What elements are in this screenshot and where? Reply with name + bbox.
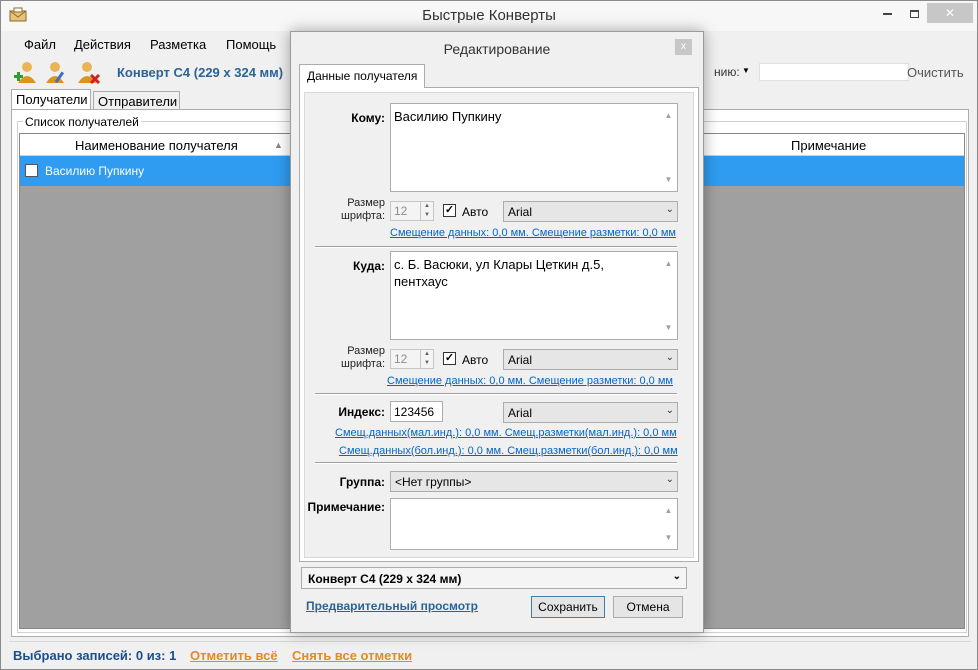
title-bar: Быстрые Конверты ✕ bbox=[1, 1, 977, 31]
font-size-label-2: шрифта: bbox=[341, 210, 385, 222]
chevron-down-icon: ⌄ bbox=[665, 474, 674, 485]
to-auto-checkbox[interactable]: ✓ bbox=[443, 204, 456, 217]
window-title: Быстрые Конверты bbox=[422, 7, 556, 24]
envelope-format-label: Конверт С4 (229 x 324 мм) bbox=[117, 65, 284, 80]
scroll-up-icon[interactable]: ▲ bbox=[660, 255, 677, 272]
chevron-down-icon: ⌄ bbox=[672, 571, 681, 582]
address-scrollbar[interactable]: ▲ ▼ bbox=[660, 252, 677, 339]
scroll-down-icon[interactable]: ▼ bbox=[660, 529, 677, 546]
font-size-label-1: Размер bbox=[347, 345, 385, 357]
minimize-button[interactable] bbox=[877, 3, 897, 23]
delete-user-icon[interactable] bbox=[75, 59, 101, 85]
chevron-down-icon: ⌄ bbox=[665, 405, 674, 416]
address-font-size-stepper[interactable]: 12 ▲ ▼ bbox=[390, 349, 434, 369]
preview-link[interactable]: Предварительный просмотр bbox=[306, 599, 478, 613]
envelope-select[interactable]: Конверт С4 (229 x 324 мм) ⌄ bbox=[301, 567, 687, 589]
chevron-down-icon[interactable]: ▼ bbox=[742, 66, 750, 75]
scroll-down-icon[interactable]: ▼ bbox=[660, 319, 677, 336]
maximize-button[interactable] bbox=[904, 3, 924, 23]
column-note-header[interactable]: Примечание bbox=[791, 138, 866, 153]
to-auto-label: Авто bbox=[462, 205, 489, 219]
column-name-header[interactable]: Наименование получателя bbox=[75, 138, 238, 153]
maximize-icon bbox=[909, 9, 919, 18]
to-scrollbar[interactable]: ▲ ▼ bbox=[660, 104, 677, 191]
index-input[interactable]: 123456 bbox=[390, 401, 443, 422]
stepper-arrows-icon[interactable]: ▲ ▼ bbox=[420, 350, 433, 368]
filter-input[interactable] bbox=[759, 63, 909, 81]
separator bbox=[315, 393, 677, 395]
menu-file[interactable]: Файл bbox=[24, 37, 56, 52]
address-text: с. Б. Васюки, ул Клары Цеткин д.5, пентх… bbox=[394, 257, 604, 289]
font-size-label-1: Размер bbox=[347, 197, 385, 209]
scroll-up-icon[interactable]: ▲ bbox=[660, 107, 677, 124]
address-font-size-value: 12 bbox=[394, 352, 408, 366]
row-checkbox[interactable] bbox=[25, 164, 38, 177]
index-big-offset-link[interactable]: Смещ.данных(бол.инд.): 0,0 мм. Смещ.разм… bbox=[339, 445, 678, 457]
address-auto-checkbox[interactable]: ✓ bbox=[443, 352, 456, 365]
menu-actions[interactable]: Действия bbox=[74, 37, 131, 52]
address-label: Куда: bbox=[353, 259, 385, 273]
to-offset-link[interactable]: Смещение данных: 0,0 мм. Смещение размет… bbox=[390, 227, 676, 239]
index-font-value: Arial bbox=[508, 406, 533, 420]
separator bbox=[315, 246, 677, 248]
address-textarea[interactable]: с. Б. Васюки, ул Клары Цеткин д.5, пентх… bbox=[390, 251, 678, 340]
scroll-down-icon[interactable]: ▼ bbox=[660, 171, 677, 188]
index-font-select[interactable]: Arial ⌄ bbox=[503, 402, 678, 423]
sort-ascending-icon: ▲ bbox=[274, 140, 283, 150]
to-textarea[interactable]: Василию Пупкину ▲ ▼ bbox=[390, 103, 678, 192]
scroll-up-icon[interactable]: ▲ bbox=[660, 502, 677, 519]
recipients-group-label: Список получателей bbox=[23, 115, 141, 129]
to-font-size-stepper[interactable]: 12 ▲ ▼ bbox=[390, 201, 434, 221]
clear-button[interactable]: Очистить bbox=[907, 65, 964, 80]
row-recipient-name: Василию Пупкину bbox=[45, 164, 145, 178]
note-scrollbar[interactable]: ▲ ▼ bbox=[660, 499, 677, 549]
selected-count: Выбрано записей: 0 из: 1 bbox=[13, 648, 177, 663]
mark-all-link[interactable]: Отметить всё bbox=[190, 648, 278, 663]
index-label: Индекс: bbox=[338, 405, 385, 419]
address-auto-label: Авто bbox=[462, 353, 489, 367]
group-label: Группа: bbox=[339, 475, 385, 489]
dialog-close-button[interactable]: x bbox=[675, 39, 692, 55]
save-button[interactable]: Сохранить bbox=[531, 596, 605, 618]
index-small-offset-link[interactable]: Смещ.данных(мал.инд.): 0,0 мм. Смещ.разм… bbox=[335, 427, 677, 439]
note-textarea[interactable]: ▲ ▼ bbox=[390, 498, 678, 550]
add-user-icon[interactable] bbox=[13, 59, 39, 85]
address-offset-link[interactable]: Смещение данных: 0,0 мм. Смещение размет… bbox=[387, 375, 673, 387]
minimize-icon bbox=[882, 12, 892, 15]
group-select[interactable]: <Нет группы> ⌄ bbox=[390, 471, 678, 492]
filter-label: нию: bbox=[714, 65, 740, 79]
tab-recipient-data[interactable]: Данные получателя bbox=[299, 64, 426, 88]
tab-senders[interactable]: Отправители bbox=[93, 91, 180, 111]
font-size-label-2: шрифта: bbox=[341, 358, 385, 370]
address-font-select[interactable]: Arial ⌄ bbox=[503, 349, 678, 370]
cancel-button[interactable]: Отмена bbox=[613, 596, 683, 618]
envelope-value: Конверт С4 (229 x 324 мм) bbox=[308, 572, 462, 586]
chevron-down-icon: ⌄ bbox=[665, 204, 674, 215]
chevron-down-icon: ⌄ bbox=[665, 352, 674, 363]
to-label: Кому: bbox=[351, 111, 385, 125]
to-font-select[interactable]: Arial ⌄ bbox=[503, 201, 678, 222]
to-text: Василию Пупкину bbox=[394, 109, 502, 124]
recipient-data-form: Кому: Василию Пупкину ▲ ▼ Размер шрифта: … bbox=[304, 92, 694, 558]
recipient-data-panel: Кому: Василию Пупкину ▲ ▼ Размер шрифта: … bbox=[299, 87, 699, 562]
to-font-size-value: 12 bbox=[394, 204, 408, 218]
menu-layout[interactable]: Разметка bbox=[150, 37, 206, 52]
unmark-all-link[interactable]: Снять все отметки bbox=[292, 648, 412, 663]
group-value: <Нет группы> bbox=[395, 475, 472, 489]
close-icon: ✕ bbox=[944, 6, 956, 20]
stepper-arrows-icon[interactable]: ▲ ▼ bbox=[420, 202, 433, 220]
tab-recipients[interactable]: Получатели bbox=[11, 89, 91, 110]
menu-help[interactable]: Помощь bbox=[226, 37, 276, 52]
address-font-value: Arial bbox=[508, 353, 533, 367]
close-button[interactable]: ✕ bbox=[927, 3, 973, 23]
edit-user-icon[interactable] bbox=[43, 59, 69, 85]
status-bar: Выбрано записей: 0 из: 1 Отметить всё Сн… bbox=[9, 641, 971, 665]
edit-dialog: Редактирование x Данные получателя Кому:… bbox=[290, 31, 704, 633]
separator bbox=[315, 462, 677, 464]
note-label: Примечание: bbox=[307, 500, 385, 514]
to-font-value: Arial bbox=[508, 205, 533, 219]
dialog-title: Редактирование bbox=[443, 41, 551, 57]
